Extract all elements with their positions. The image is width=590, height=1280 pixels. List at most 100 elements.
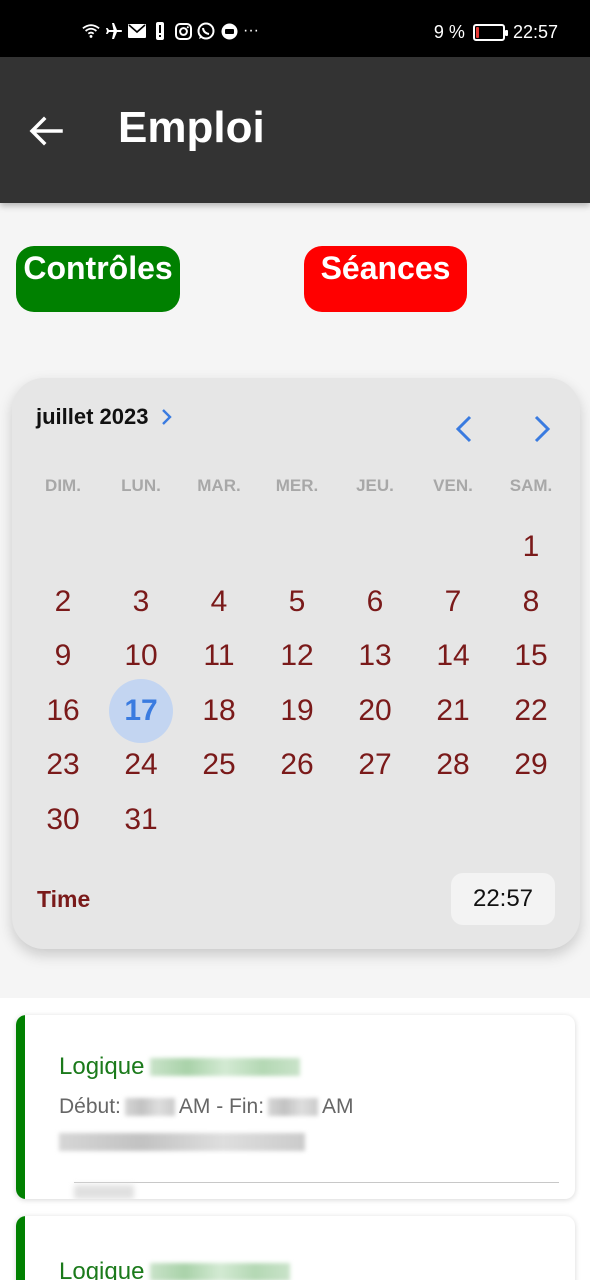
calendar-day[interactable]: 12 — [258, 629, 336, 684]
previous-month-button[interactable] — [449, 414, 479, 444]
session-subject: Logique — [59, 1258, 145, 1280]
instagram-icon — [174, 22, 192, 40]
status-bar: ··· 9 % 22:57 — [0, 0, 590, 57]
calendar-day[interactable]: 15 — [492, 629, 570, 684]
day-number: 22 — [514, 693, 548, 727]
day-number: 1 — [522, 530, 540, 564]
calendar-day[interactable]: 25 — [180, 738, 258, 793]
day-number: 12 — [280, 639, 314, 673]
month-selector[interactable]: juillet 2023 — [36, 404, 173, 430]
battery-icon — [472, 24, 508, 41]
day-number: 3 — [132, 584, 150, 618]
day-number: 14 — [436, 639, 470, 673]
calendar-day[interactable]: 27 — [336, 738, 414, 793]
calendar-day[interactable]: 19 — [258, 684, 336, 739]
day-number: 20 — [358, 693, 392, 727]
calendar-day[interactable]: 14 — [414, 629, 492, 684]
back-button[interactable] — [26, 111, 66, 151]
status-time: 22:57 — [512, 22, 558, 42]
calendar-day[interactable]: 4 — [180, 575, 258, 630]
session-room — [59, 1133, 305, 1156]
day-number: 5 — [288, 584, 306, 618]
empty-day — [102, 520, 180, 575]
day-number: 10 — [124, 639, 158, 673]
more-icon: ··· — [243, 22, 259, 39]
day-number: 16 — [46, 693, 80, 727]
month-label: juillet 2023 — [36, 404, 149, 429]
debut-label: Début: — [59, 1095, 121, 1118]
day-number: 9 — [54, 639, 72, 673]
divider — [74, 1182, 559, 1183]
empty-day — [336, 520, 414, 575]
calendar-day[interactable]: 5 — [258, 575, 336, 630]
calendar-day[interactable]: 8 — [492, 575, 570, 630]
calendar-day[interactable]: 6 — [336, 575, 414, 630]
day-number: 18 — [202, 693, 236, 727]
calendar-day[interactable]: 20 — [336, 684, 414, 739]
airplane-icon — [105, 22, 123, 40]
next-month-button[interactable] — [527, 414, 557, 444]
mail-icon — [128, 22, 146, 40]
controles-button[interactable]: Contrôles — [16, 246, 180, 312]
calendar-day[interactable]: 18 — [180, 684, 258, 739]
session-title: Logique — [59, 1258, 291, 1280]
day-number: 13 — [358, 639, 392, 673]
weekday-label: MER. — [275, 476, 319, 495]
calendar-day[interactable]: 9 — [24, 629, 102, 684]
redacted-text — [59, 1133, 305, 1151]
status-icons: ··· — [82, 22, 259, 40]
session-title: Logique — [59, 1053, 301, 1081]
session-card[interactable]: Logique Début: AM - Fin: AM — [16, 1015, 575, 1199]
day-number: 21 — [436, 693, 470, 727]
day-number: 30 — [46, 802, 80, 836]
am-fin-label: AM - Fin: — [178, 1095, 265, 1118]
chevron-left-icon — [455, 415, 472, 443]
day-number: 28 — [436, 748, 470, 782]
empty-day — [414, 520, 492, 575]
wifi-icon — [82, 22, 100, 40]
calendar-day[interactable]: 30 — [24, 793, 102, 848]
session-subject: Logique — [59, 1053, 145, 1080]
calendar-day[interactable]: 26 — [258, 738, 336, 793]
page-title: Emploi — [118, 103, 265, 152]
battery-percent: 9 % — [433, 22, 465, 42]
calendar-day[interactable]: 28 — [414, 738, 492, 793]
day-number: 29 — [514, 748, 548, 782]
selected-day[interactable]: 17 — [102, 678, 180, 743]
calendar-day[interactable]: 11 — [180, 629, 258, 684]
calendar-day[interactable]: 1 — [492, 520, 570, 575]
session-card[interactable]: Logique — [16, 1216, 575, 1280]
calendar-day[interactable]: 22 — [492, 684, 570, 739]
day-number: 7 — [444, 584, 462, 618]
app-icon — [220, 22, 238, 40]
calendar-day[interactable]: 31 — [102, 793, 180, 848]
status-right: 9 % 22:57 — [434, 22, 558, 43]
calendar-day[interactable]: 7 — [414, 575, 492, 630]
chevron-right-small-icon — [161, 409, 172, 425]
day-number: 23 — [46, 748, 80, 782]
calendar-day[interactable]: 3 — [102, 575, 180, 630]
calendar-day[interactable]: 23 — [24, 738, 102, 793]
calendar-day[interactable]: 16 — [24, 684, 102, 739]
calendar-day[interactable]: 29 — [492, 738, 570, 793]
seances-button[interactable]: Séances — [304, 246, 467, 312]
calendar-day[interactable]: 21 — [414, 684, 492, 739]
weekday-header: DIM. LUN. MAR. MER. JEU. VEN. SAM. — [24, 476, 570, 496]
day-number: 27 — [358, 748, 392, 782]
time-picker[interactable]: 22:57 — [451, 873, 555, 925]
day-number: 31 — [124, 802, 158, 836]
weekday-label: JEU. — [356, 476, 394, 495]
redacted-text — [150, 1263, 291, 1280]
redacted-text — [150, 1058, 301, 1076]
time-label: Time — [37, 886, 91, 912]
calendar-day[interactable]: 10 — [102, 629, 180, 684]
day-number: 8 — [522, 584, 540, 618]
day-number: 2 — [54, 584, 72, 618]
battery-level — [475, 27, 479, 38]
calendar-day[interactable]: 24 — [102, 738, 180, 793]
empty-day — [180, 520, 258, 575]
calendar-day[interactable]: 2 — [24, 575, 102, 630]
calendar-day[interactable]: 13 — [336, 629, 414, 684]
weekday-label: DIM. — [45, 476, 81, 495]
am-label: AM — [322, 1095, 354, 1118]
